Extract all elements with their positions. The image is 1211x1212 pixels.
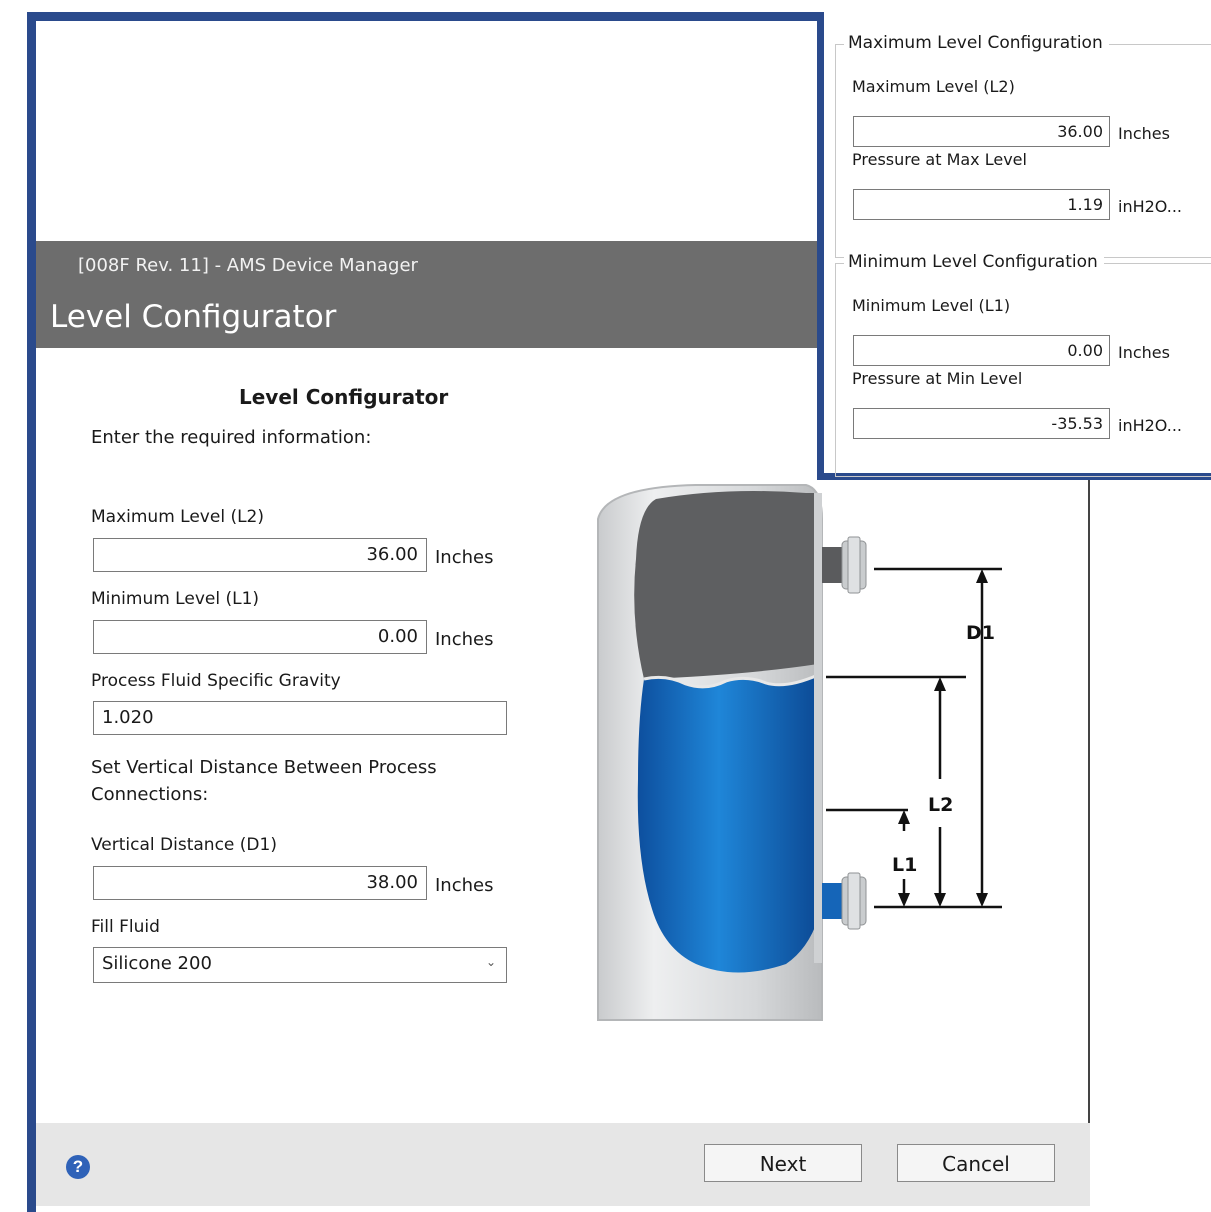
pressure-min-label: Pressure at Min Level <box>852 369 1023 388</box>
min-level-label: Minimum Level (L1) <box>91 589 260 609</box>
chevron-down-icon: ⌄ <box>485 955 496 969</box>
fill-fluid-value: Silicone 200 <box>102 953 212 974</box>
overlay-min-level-input[interactable]: 0.00 <box>853 335 1110 366</box>
vertical-distance-input[interactable]: 38.00 <box>93 866 427 900</box>
page-title: Level Configurator <box>50 299 337 335</box>
overlay-min-level-label: Minimum Level (L1) <box>852 296 1011 315</box>
specific-gravity-label: Process Fluid Specific Gravity <box>91 671 341 691</box>
specific-gravity-input[interactable]: 1.020 <box>93 701 507 735</box>
section-title: Level Configurator <box>239 385 449 409</box>
overlay-max-level-input[interactable]: 36.00 <box>853 116 1110 147</box>
overlay-max-level-label: Maximum Level (L2) <box>852 77 1015 96</box>
pressure-min-input[interactable]: -35.53 <box>853 408 1110 439</box>
vessel-level-diagram: D1 L2 L1 <box>597 484 1002 1021</box>
max-level-unit: Inches <box>435 547 494 568</box>
pressure-max-unit[interactable]: inH2O... <box>1118 197 1182 216</box>
help-circle-icon[interactable]: ? <box>66 1155 90 1179</box>
pressure-summary-panel: Maximum Level Configuration Maximum Leve… <box>817 12 1211 480</box>
min-level-unit: Inches <box>435 629 494 650</box>
overlay-max-level-unit: Inches <box>1118 124 1170 143</box>
pressure-max-label: Pressure at Max Level <box>852 150 1027 169</box>
diagram-label-l1: L1 <box>892 854 917 876</box>
max-level-config-title: Maximum Level Configuration <box>844 33 1109 53</box>
fill-fluid-select[interactable]: Silicone 200 ⌄ <box>93 947 507 983</box>
vertical-distance-label: Vertical Distance (D1) <box>91 835 277 855</box>
min-level-config-title: Minimum Level Configuration <box>844 252 1104 272</box>
diagram-label-d1: D1 <box>966 622 995 644</box>
instructions-text: Enter the required information: <box>91 427 372 448</box>
cancel-button[interactable]: Cancel <box>897 1144 1055 1182</box>
overlay-min-level-unit: Inches <box>1118 343 1170 362</box>
diagram-label-l2: L2 <box>928 794 953 816</box>
min-level-config-group: Minimum Level Configuration Minimum Leve… <box>835 252 1211 477</box>
vertical-distance-heading: Set Vertical Distance Between Process Co… <box>91 757 437 805</box>
pressure-min-unit[interactable]: inH2O... <box>1118 416 1182 435</box>
max-level-input[interactable]: 36.00 <box>93 538 427 572</box>
vertical-distance-unit: Inches <box>435 875 494 896</box>
max-level-label: Maximum Level (L2) <box>91 507 264 527</box>
fill-fluid-label: Fill Fluid <box>91 917 160 937</box>
window-title: [008F Rev. 11] - AMS Device Manager <box>78 255 418 276</box>
pressure-max-input[interactable]: 1.19 <box>853 189 1110 220</box>
dialog-footer: ? Next Cancel <box>36 1123 1090 1206</box>
next-button[interactable]: Next <box>704 1144 862 1182</box>
max-level-config-group: Maximum Level Configuration Maximum Leve… <box>835 33 1211 258</box>
min-level-input[interactable]: 0.00 <box>93 620 427 654</box>
